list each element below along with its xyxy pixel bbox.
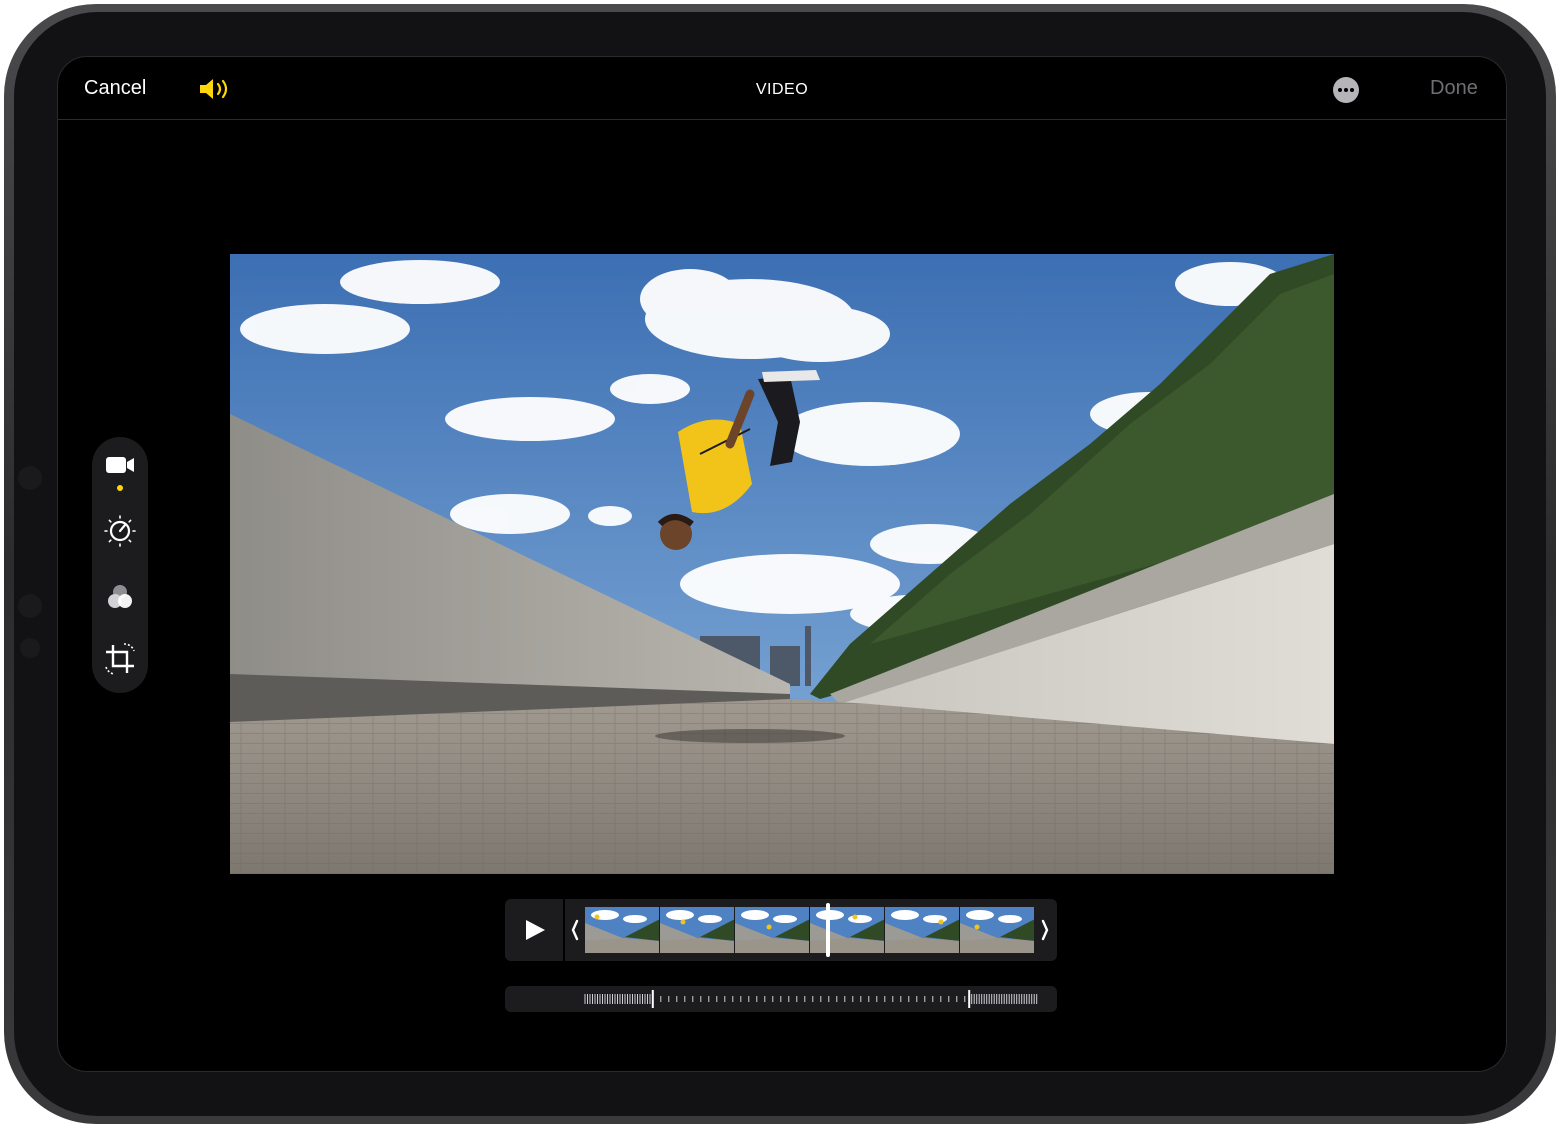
- frame-strip: [585, 907, 1035, 953]
- timeline-frame: [960, 907, 1035, 953]
- side-sensor-middle: [18, 594, 42, 618]
- side-sensor-top: [18, 466, 42, 490]
- adjust-dial-icon[interactable]: [100, 511, 140, 551]
- timeline-frame: [885, 907, 960, 953]
- side-sensor-bottom: [20, 638, 40, 658]
- timeline-frame: [585, 907, 660, 953]
- trim-handle-start[interactable]: [567, 907, 583, 953]
- timeline-frame: [660, 907, 735, 953]
- timeline-frame: [810, 907, 885, 953]
- active-tool-indicator: [117, 485, 123, 491]
- video-preview[interactable]: [230, 254, 1334, 874]
- edit-tools-sidebar: [92, 437, 148, 693]
- photos-video-editor: Cancel VIDEO Done: [57, 56, 1507, 1072]
- scrubber-ticks: [584, 990, 1038, 1008]
- slow-motion-scrubber[interactable]: [505, 986, 1057, 1012]
- done-button[interactable]: Done: [1430, 77, 1478, 100]
- video-camera-icon[interactable]: [100, 445, 140, 485]
- editor-title: VIDEO: [755, 81, 809, 98]
- play-icon: [526, 920, 545, 940]
- trim-handle-end[interactable]: [1037, 907, 1053, 953]
- ellipsis-circle-icon[interactable]: [1333, 77, 1359, 103]
- editor-top-bar: Cancel VIDEO Done: [58, 57, 1506, 120]
- trim-timeline: [505, 899, 1057, 961]
- crop-rotate-icon[interactable]: [100, 639, 140, 679]
- filters-circles-icon[interactable]: [100, 577, 140, 617]
- playhead[interactable]: [826, 903, 830, 957]
- play-button[interactable]: [505, 899, 565, 961]
- timeline-frame: [735, 907, 810, 953]
